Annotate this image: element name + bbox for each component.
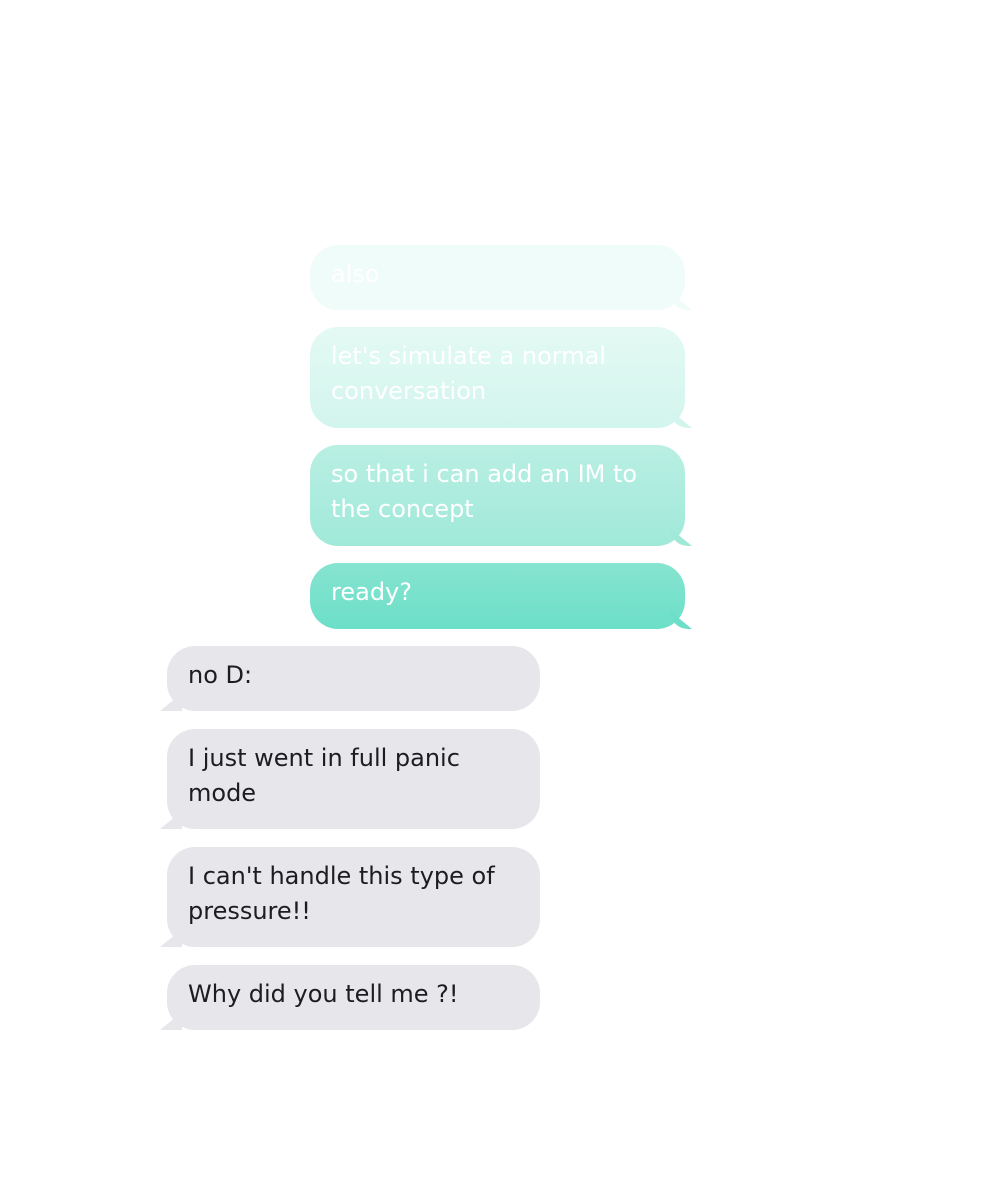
message-text: so that i can add an IM to the concept — [331, 460, 638, 523]
message-text: Why did you tell me ?! — [188, 980, 459, 1008]
message-text: also — [331, 260, 380, 288]
message-text: let's simulate a normal conversation — [331, 342, 606, 405]
outgoing-message-bubble: also — [310, 245, 685, 310]
outgoing-message-bubble: so that i can add an IM to the concept — [310, 445, 685, 546]
message-text: I just went in full panic mode — [188, 744, 460, 807]
message-text: ready? — [331, 578, 412, 606]
incoming-message-bubble: no D: — [167, 646, 540, 711]
message-text: I can't handle this type of pressure!! — [188, 862, 495, 925]
incoming-message-bubble: I just went in full panic mode — [167, 729, 540, 829]
outgoing-message-bubble: let's simulate a normal conversation — [310, 327, 685, 428]
outgoing-message-bubble: ready? — [310, 563, 685, 629]
message-text: no D: — [188, 661, 253, 689]
message-thread: also let's simulate a normal conversatio… — [0, 0, 1000, 1200]
incoming-message-bubble: Why did you tell me ?! — [167, 965, 540, 1030]
incoming-message-bubble: I can't handle this type of pressure!! — [167, 847, 540, 947]
